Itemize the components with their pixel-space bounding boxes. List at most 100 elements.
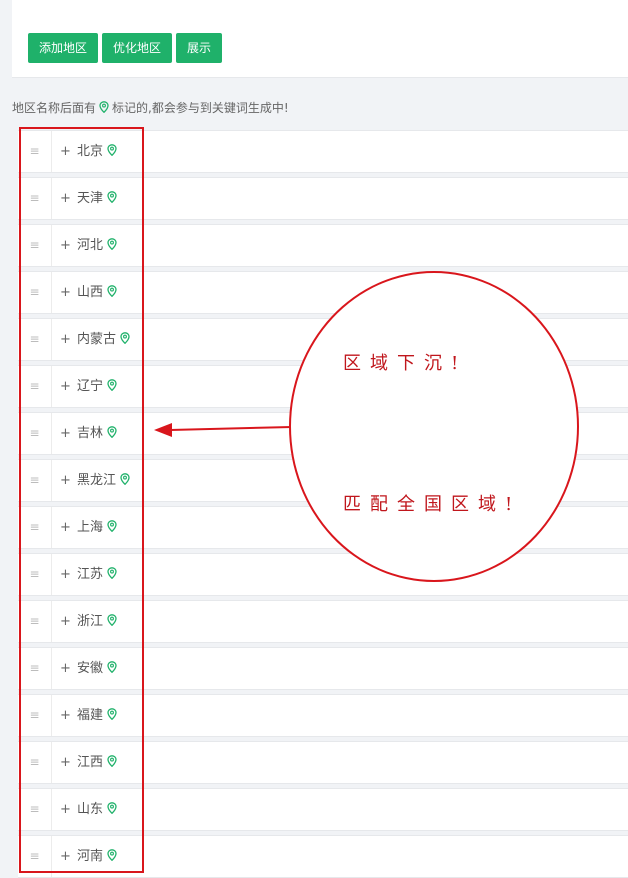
drag-handle-icon[interactable]: ≡	[18, 742, 52, 783]
region-name-label: 内蒙古	[77, 332, 117, 347]
region-row[interactable]: ≡ + 浙江	[18, 600, 628, 643]
location-pin-icon	[99, 101, 109, 115]
region-name-label: 江西	[77, 755, 104, 770]
region-name-label: 山西	[77, 285, 104, 300]
region-name-label: 河南	[77, 849, 104, 864]
location-pin-icon	[107, 238, 117, 252]
region-row[interactable]: ≡ + 江西	[18, 741, 628, 784]
drag-handle-icon[interactable]: ≡	[18, 789, 52, 830]
show-button[interactable]: 展示	[176, 33, 222, 63]
plus-icon[interactable]: +	[60, 695, 71, 736]
region-name-label: 吉林	[77, 426, 104, 441]
drag-handle-icon[interactable]: ≡	[18, 695, 52, 736]
add-region-button[interactable]: 添加地区	[28, 33, 98, 63]
arrow-annotation	[154, 423, 293, 437]
region-name: 辽宁	[77, 366, 117, 407]
region-name-label: 江苏	[77, 567, 104, 582]
region-name: 黑龙江	[77, 460, 130, 501]
region-name-label: 黑龙江	[77, 473, 117, 488]
plus-icon[interactable]: +	[60, 178, 71, 219]
region-row[interactable]: ≡ + 河北	[18, 224, 628, 267]
location-pin-icon	[107, 567, 117, 581]
region-row[interactable]: ≡ + 江苏	[18, 553, 628, 596]
location-pin-icon	[107, 614, 117, 628]
location-pin-icon	[107, 755, 117, 769]
plus-icon[interactable]: +	[60, 507, 71, 548]
region-name: 江西	[77, 742, 117, 783]
plus-icon[interactable]: +	[60, 272, 71, 313]
drag-handle-icon[interactable]: ≡	[18, 460, 52, 501]
drag-handle-icon[interactable]: ≡	[18, 272, 52, 313]
region-name: 河南	[77, 836, 117, 877]
drag-handle-icon[interactable]: ≡	[18, 413, 52, 454]
region-name: 吉林	[77, 413, 117, 454]
callout-line-2: 匹配全国区域!	[343, 494, 522, 515]
optimize-region-button[interactable]: 优化地区	[102, 33, 172, 63]
drag-handle-icon[interactable]: ≡	[18, 366, 52, 407]
region-name: 北京	[77, 131, 117, 172]
region-row[interactable]: ≡ + 福建	[18, 694, 628, 737]
region-name-label: 安徽	[77, 661, 104, 676]
region-name-label: 浙江	[77, 614, 104, 629]
location-pin-icon	[107, 285, 117, 299]
region-name-label: 山东	[77, 802, 104, 817]
plus-icon[interactable]: +	[60, 366, 71, 407]
region-row[interactable]: ≡ + 山东	[18, 788, 628, 831]
region-name: 山西	[77, 272, 117, 313]
region-name: 安徽	[77, 648, 117, 689]
location-pin-icon	[107, 661, 117, 675]
plus-icon[interactable]: +	[60, 413, 71, 454]
plus-icon[interactable]: +	[60, 554, 71, 595]
plus-icon[interactable]: +	[60, 319, 71, 360]
region-name-label: 北京	[77, 144, 104, 159]
region-name-label: 上海	[77, 520, 104, 535]
location-pin-icon	[107, 802, 117, 816]
hint-text: 地区名称后面有 标记的,都会参与到关键词生成中!	[12, 99, 289, 116]
drag-handle-icon[interactable]: ≡	[18, 836, 52, 877]
region-name: 江苏	[77, 554, 117, 595]
location-pin-icon	[107, 708, 117, 722]
region-name: 福建	[77, 695, 117, 736]
region-row[interactable]: ≡ + 天津	[18, 177, 628, 220]
region-name: 河北	[77, 225, 117, 266]
region-name-label: 辽宁	[77, 379, 104, 394]
drag-handle-icon[interactable]: ≡	[18, 319, 52, 360]
location-pin-icon	[107, 520, 117, 534]
callout-line-1: 区域下沉!	[343, 353, 468, 374]
plus-icon[interactable]: +	[60, 836, 71, 877]
region-name: 上海	[77, 507, 117, 548]
drag-handle-icon[interactable]: ≡	[18, 554, 52, 595]
callout-circle	[289, 271, 579, 582]
plus-icon[interactable]: +	[60, 742, 71, 783]
plus-icon[interactable]: +	[60, 131, 71, 172]
location-pin-icon	[107, 191, 117, 205]
plus-icon[interactable]: +	[60, 601, 71, 642]
region-name: 内蒙古	[77, 319, 130, 360]
region-name: 天津	[77, 178, 117, 219]
region-name-label: 福建	[77, 708, 104, 723]
location-pin-icon	[120, 473, 130, 487]
plus-icon[interactable]: +	[60, 225, 71, 266]
location-pin-icon	[107, 849, 117, 863]
drag-handle-icon[interactable]: ≡	[18, 178, 52, 219]
plus-icon[interactable]: +	[60, 789, 71, 830]
drag-handle-icon[interactable]: ≡	[18, 225, 52, 266]
location-pin-icon	[120, 332, 130, 346]
plus-icon[interactable]: +	[60, 648, 71, 689]
drag-handle-icon[interactable]: ≡	[18, 507, 52, 548]
region-row[interactable]: ≡ + 河南	[18, 835, 628, 878]
region-name: 山东	[77, 789, 117, 830]
drag-handle-icon[interactable]: ≡	[18, 131, 52, 172]
plus-icon[interactable]: +	[60, 460, 71, 501]
region-name-label: 河北	[77, 238, 104, 253]
region-row[interactable]: ≡ + 山西	[18, 271, 628, 314]
location-pin-icon	[107, 426, 117, 440]
location-pin-icon	[107, 144, 117, 158]
drag-handle-icon[interactable]: ≡	[18, 648, 52, 689]
region-name-label: 天津	[77, 191, 104, 206]
region-row[interactable]: ≡ + 北京	[18, 130, 628, 173]
region-row[interactable]: ≡ + 安徽	[18, 647, 628, 690]
location-pin-icon	[107, 379, 117, 393]
hint-after: 标记的,都会参与到关键词生成中!	[112, 101, 289, 115]
drag-handle-icon[interactable]: ≡	[18, 601, 52, 642]
